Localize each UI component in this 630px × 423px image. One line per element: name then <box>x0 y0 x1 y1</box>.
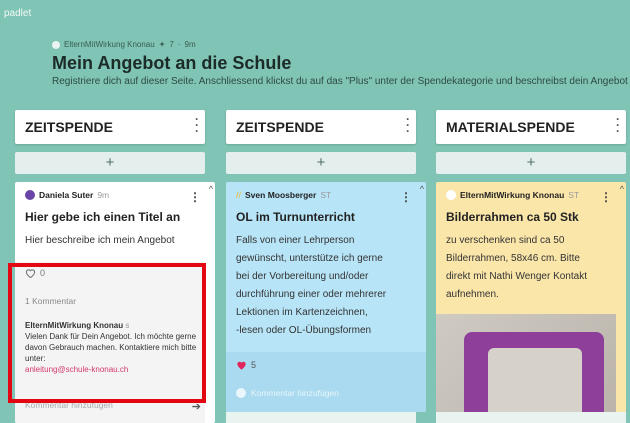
scroll-up-icon[interactable]: ^ <box>620 184 624 194</box>
page-description: Registriere dich auf dieser Seite. Ansch… <box>52 76 628 87</box>
like-row[interactable]: 5 <box>236 360 256 370</box>
separator: · <box>177 40 181 49</box>
like-row[interactable]: 0 <box>25 268 45 278</box>
kebab-menu-icon[interactable]: · · · <box>195 113 199 137</box>
kebab-menu-icon[interactable]: ⋮ <box>400 190 412 204</box>
add-post-button[interactable]: + <box>226 152 416 174</box>
send-icon[interactable]: ➔ <box>192 400 201 413</box>
post-body-line: direkt mit Nathi Wenger Kontakt <box>446 271 587 282</box>
column-title: ZEITSPENDE <box>236 119 324 135</box>
post-body-line: aufnehmen. <box>446 289 499 300</box>
board-age: 9m <box>184 40 196 49</box>
post-body-line: Lektionen im Kartenzeichnen, <box>236 307 368 318</box>
post-title: Bilderrahmen ca 50 Stk <box>446 210 579 224</box>
comment-author: ElternMitWirkung Knonau <box>25 321 124 330</box>
post-title: Hier gebe ich einen Titel an <box>25 210 181 224</box>
kebab-menu-icon[interactable]: ⋮ <box>600 190 612 204</box>
scroll-up-icon[interactable]: ^ <box>420 184 424 194</box>
post-author: ElternMitWirkung Knonau <box>460 190 565 200</box>
column-title: MATERIALSPENDE <box>446 119 575 135</box>
post-author: Daniela Suter <box>39 190 94 200</box>
post-age: ST <box>320 190 332 200</box>
post-card[interactable]: ^ // Sven Moosberger ST ⋮ OL im Turnunte… <box>226 182 426 412</box>
app-brand: padlet <box>4 8 32 19</box>
add-post-button[interactable]: + <box>436 152 626 174</box>
post-body-line: durchführung einer oder mehrerer <box>236 289 387 300</box>
kebab-menu-icon[interactable]: · · · <box>406 113 410 137</box>
like-count: 0 <box>40 268 46 278</box>
column-header-materialspende: MATERIALSPENDE · · · <box>436 110 626 144</box>
post-title: OL im Turnunterricht <box>236 210 355 224</box>
column-bottom <box>226 412 416 423</box>
page-title: Mein Angebot an die Schule <box>52 53 292 73</box>
post-age: ST <box>568 190 580 200</box>
post-body-line: Bilderrahmen, 58x46 cm. Bitte <box>446 253 580 264</box>
post-card[interactable]: ^ Daniela Suter 9m ⋮ Hier gebe ich einen… <box>15 182 215 423</box>
post-body: Hier beschreibe ich mein Angebot <box>25 235 175 246</box>
comment: ElternMitWirkung Knonau s Vielen Dank fü… <box>25 320 201 375</box>
comment-email-link[interactable]: anleitung@schule-knonau.ch <box>25 365 128 374</box>
post-body: zu verschenken sind ca 50 Bilderrahmen, … <box>436 224 626 304</box>
post-footer: 5 Kommentar hinzufügen <box>226 352 426 412</box>
board-likes: 7 <box>169 40 174 49</box>
author-avatar <box>25 190 35 200</box>
comment-count[interactable]: 1 Kommentar <box>25 296 76 306</box>
post-body-line: zu verschenken sind ca 50 <box>446 235 565 246</box>
author-avatar <box>52 40 60 49</box>
scroll-up-icon[interactable]: ^ <box>209 184 213 194</box>
add-post-button[interactable]: + <box>15 152 205 174</box>
post-author-row: Daniela Suter 9m <box>15 182 215 200</box>
comment-text: Vielen Dank für Dein Angebot. Ich möchte… <box>25 332 197 363</box>
post-author: Sven Moosberger <box>245 190 317 200</box>
comment-input-placeholder[interactable]: Kommentar hinzufügen <box>251 388 339 398</box>
column-header-zeitspende-1: ZEITSPENDE · · · <box>15 110 205 144</box>
like-count: 5 <box>251 360 257 370</box>
board-author: ElternMitWirkung Knonau <box>64 40 155 49</box>
post-body-line: bei der Vorbereitung und/oder <box>236 271 369 282</box>
kebab-menu-icon[interactable]: ⋮ <box>189 190 201 204</box>
post-author-row: ElternMitWirkung Knonau ST <box>436 182 626 200</box>
post-body-line: Falls von einer Lehrperson <box>236 235 355 246</box>
post-body-line: -lesen oder OL-Übungsformen <box>236 325 372 336</box>
heart-icon[interactable] <box>236 360 247 370</box>
comment-input-placeholder[interactable]: Kommentar hinzufügen <box>25 400 113 413</box>
comment-input[interactable]: Kommentar hinzufügen ➔ <box>25 400 201 413</box>
column-header-zeitspende-2: ZEITSPENDE · · · <box>226 110 416 144</box>
heart-icon[interactable] <box>25 268 36 278</box>
post-body-line: gewünscht, unterstütze ich gerne <box>236 253 383 264</box>
author-avatar: // <box>236 190 242 200</box>
board-meta: ElternMitWirkung Knonau ✦ 7 · 9m <box>52 40 196 49</box>
post-image[interactable] <box>436 314 616 423</box>
star-icon: ✦ <box>158 40 166 49</box>
column-title: ZEITSPENDE <box>25 119 113 135</box>
comment-age: s <box>125 321 130 330</box>
post-age: 9m <box>97 190 110 200</box>
post-author-row: // Sven Moosberger ST <box>226 182 426 200</box>
comment-input[interactable]: Kommentar hinzufügen <box>236 388 339 398</box>
avatar <box>236 388 246 398</box>
post-body: Falls von einer Lehrperson gewünscht, un… <box>226 224 426 340</box>
column-bottom <box>436 412 626 423</box>
author-avatar <box>446 190 456 200</box>
post-card[interactable]: ^ ElternMitWirkung Knonau ST ⋮ Bilderrah… <box>436 182 626 423</box>
kebab-menu-icon[interactable]: · · · <box>616 113 620 137</box>
